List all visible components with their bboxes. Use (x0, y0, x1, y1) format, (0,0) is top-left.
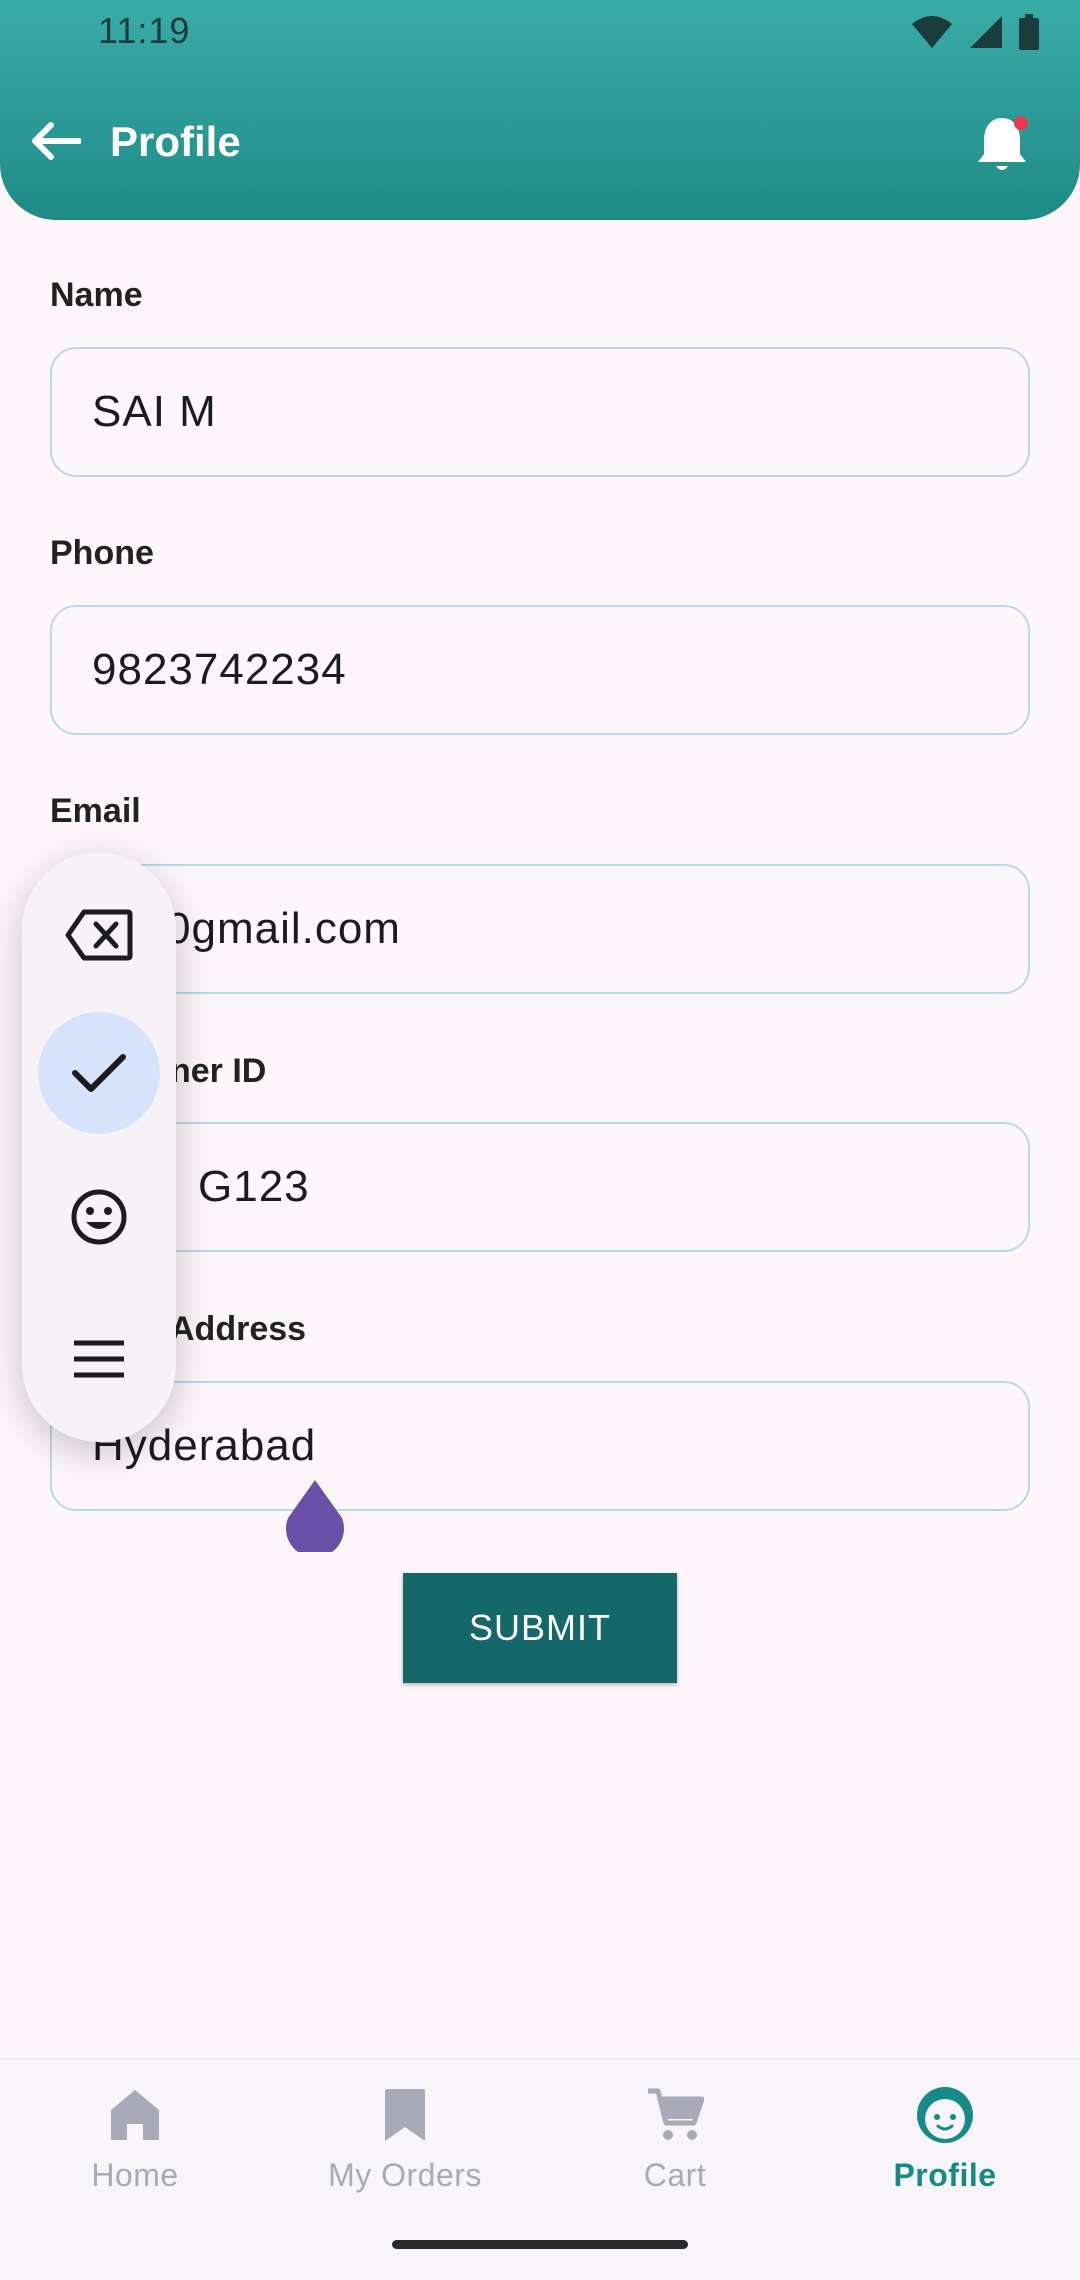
nav-profile-label: Profile (893, 2157, 997, 2193)
profile-face-icon (917, 2087, 973, 2143)
nav-cart-label: Cart (643, 2157, 707, 2193)
name-value: SAI M (92, 387, 217, 436)
backspace-button[interactable] (38, 874, 160, 996)
nav-profile[interactable]: Profile (830, 2083, 1060, 2194)
wifi-icon (912, 16, 952, 48)
email-value: 0gmail.com (166, 904, 401, 953)
phone-field[interactable]: 9823742234 (50, 605, 1030, 735)
address-field[interactable]: Hyderabad (50, 1381, 1030, 1511)
customer-id-field[interactable]: G123 (50, 1122, 1030, 1252)
battery-icon (1019, 14, 1039, 50)
name-label: Name (50, 276, 143, 314)
emoji-button[interactable] (38, 1156, 160, 1278)
nav-my-orders[interactable]: My Orders (290, 2083, 520, 2194)
menu-icon (74, 1340, 124, 1378)
confirm-button[interactable] (38, 1012, 160, 1134)
customer-id-label: ner ID (170, 1052, 267, 1090)
floating-keyboard-toolbar (22, 852, 176, 1442)
emoji-icon (71, 1189, 127, 1245)
text-cursor-handle[interactable] (284, 1478, 346, 1552)
status-time: 11:19 (98, 10, 191, 51)
cart-icon (648, 2088, 704, 2140)
home-indicator (392, 2240, 688, 2249)
notification-badge (1014, 116, 1028, 130)
home-icon (111, 2090, 159, 2140)
notifications-button[interactable] (972, 112, 1032, 176)
nav-cart[interactable]: Cart (560, 2083, 790, 2194)
back-button[interactable] (26, 112, 84, 170)
address-label: Address (170, 1310, 307, 1348)
nav-my-orders-label: My Orders (328, 2157, 482, 2193)
status-icons (910, 14, 1040, 50)
backspace-icon (65, 909, 133, 961)
phone-label: Phone (50, 534, 154, 572)
nav-home-label: Home (91, 2157, 179, 2193)
page-title: Profile (110, 118, 241, 165)
email-field[interactable]: 0gmail.com (50, 864, 1030, 994)
email-label: Email (50, 792, 141, 830)
check-icon (72, 1054, 126, 1092)
arrow-left-icon (32, 122, 81, 160)
name-field[interactable]: SAI M (50, 347, 1030, 477)
submit-button[interactable]: SUBMIT (403, 1573, 677, 1683)
phone-value: 9823742234 (92, 645, 347, 694)
keyboard-menu-button[interactable] (38, 1298, 160, 1420)
customer-id-value: G123 (198, 1162, 310, 1211)
nav-home[interactable]: Home (20, 2083, 250, 2194)
app-header: 11:19 Profile (0, 0, 1080, 220)
bookmark-icon (385, 2089, 425, 2141)
signal-icon (970, 16, 1002, 48)
